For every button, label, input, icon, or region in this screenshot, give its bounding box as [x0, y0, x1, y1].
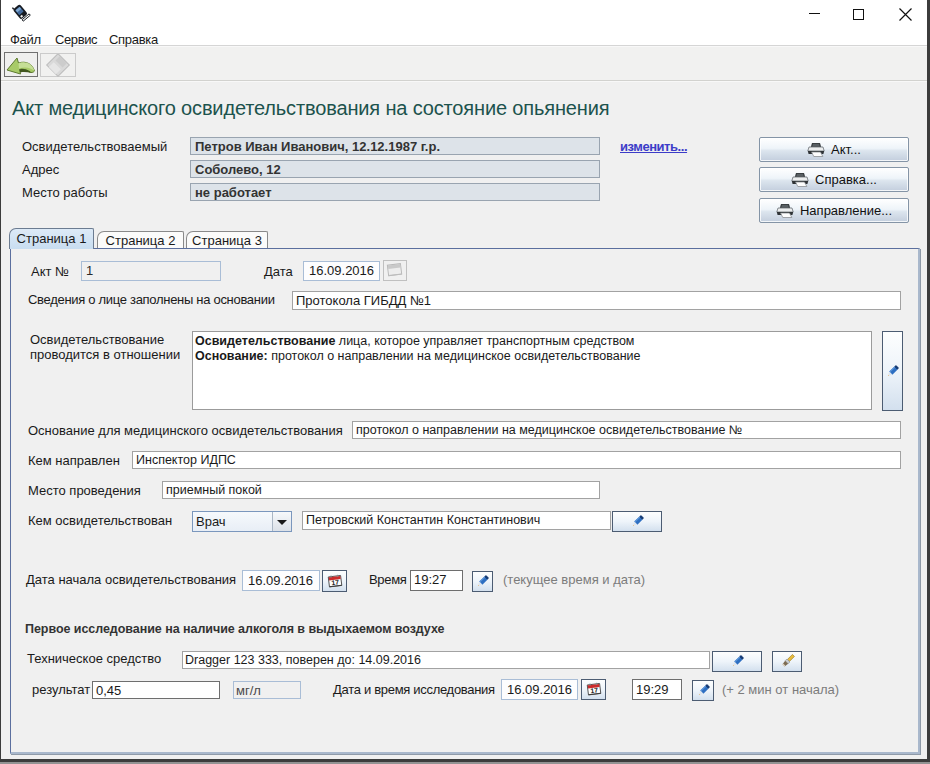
svg-text:17: 17: [589, 686, 598, 694]
svg-text:17: 17: [330, 578, 339, 586]
